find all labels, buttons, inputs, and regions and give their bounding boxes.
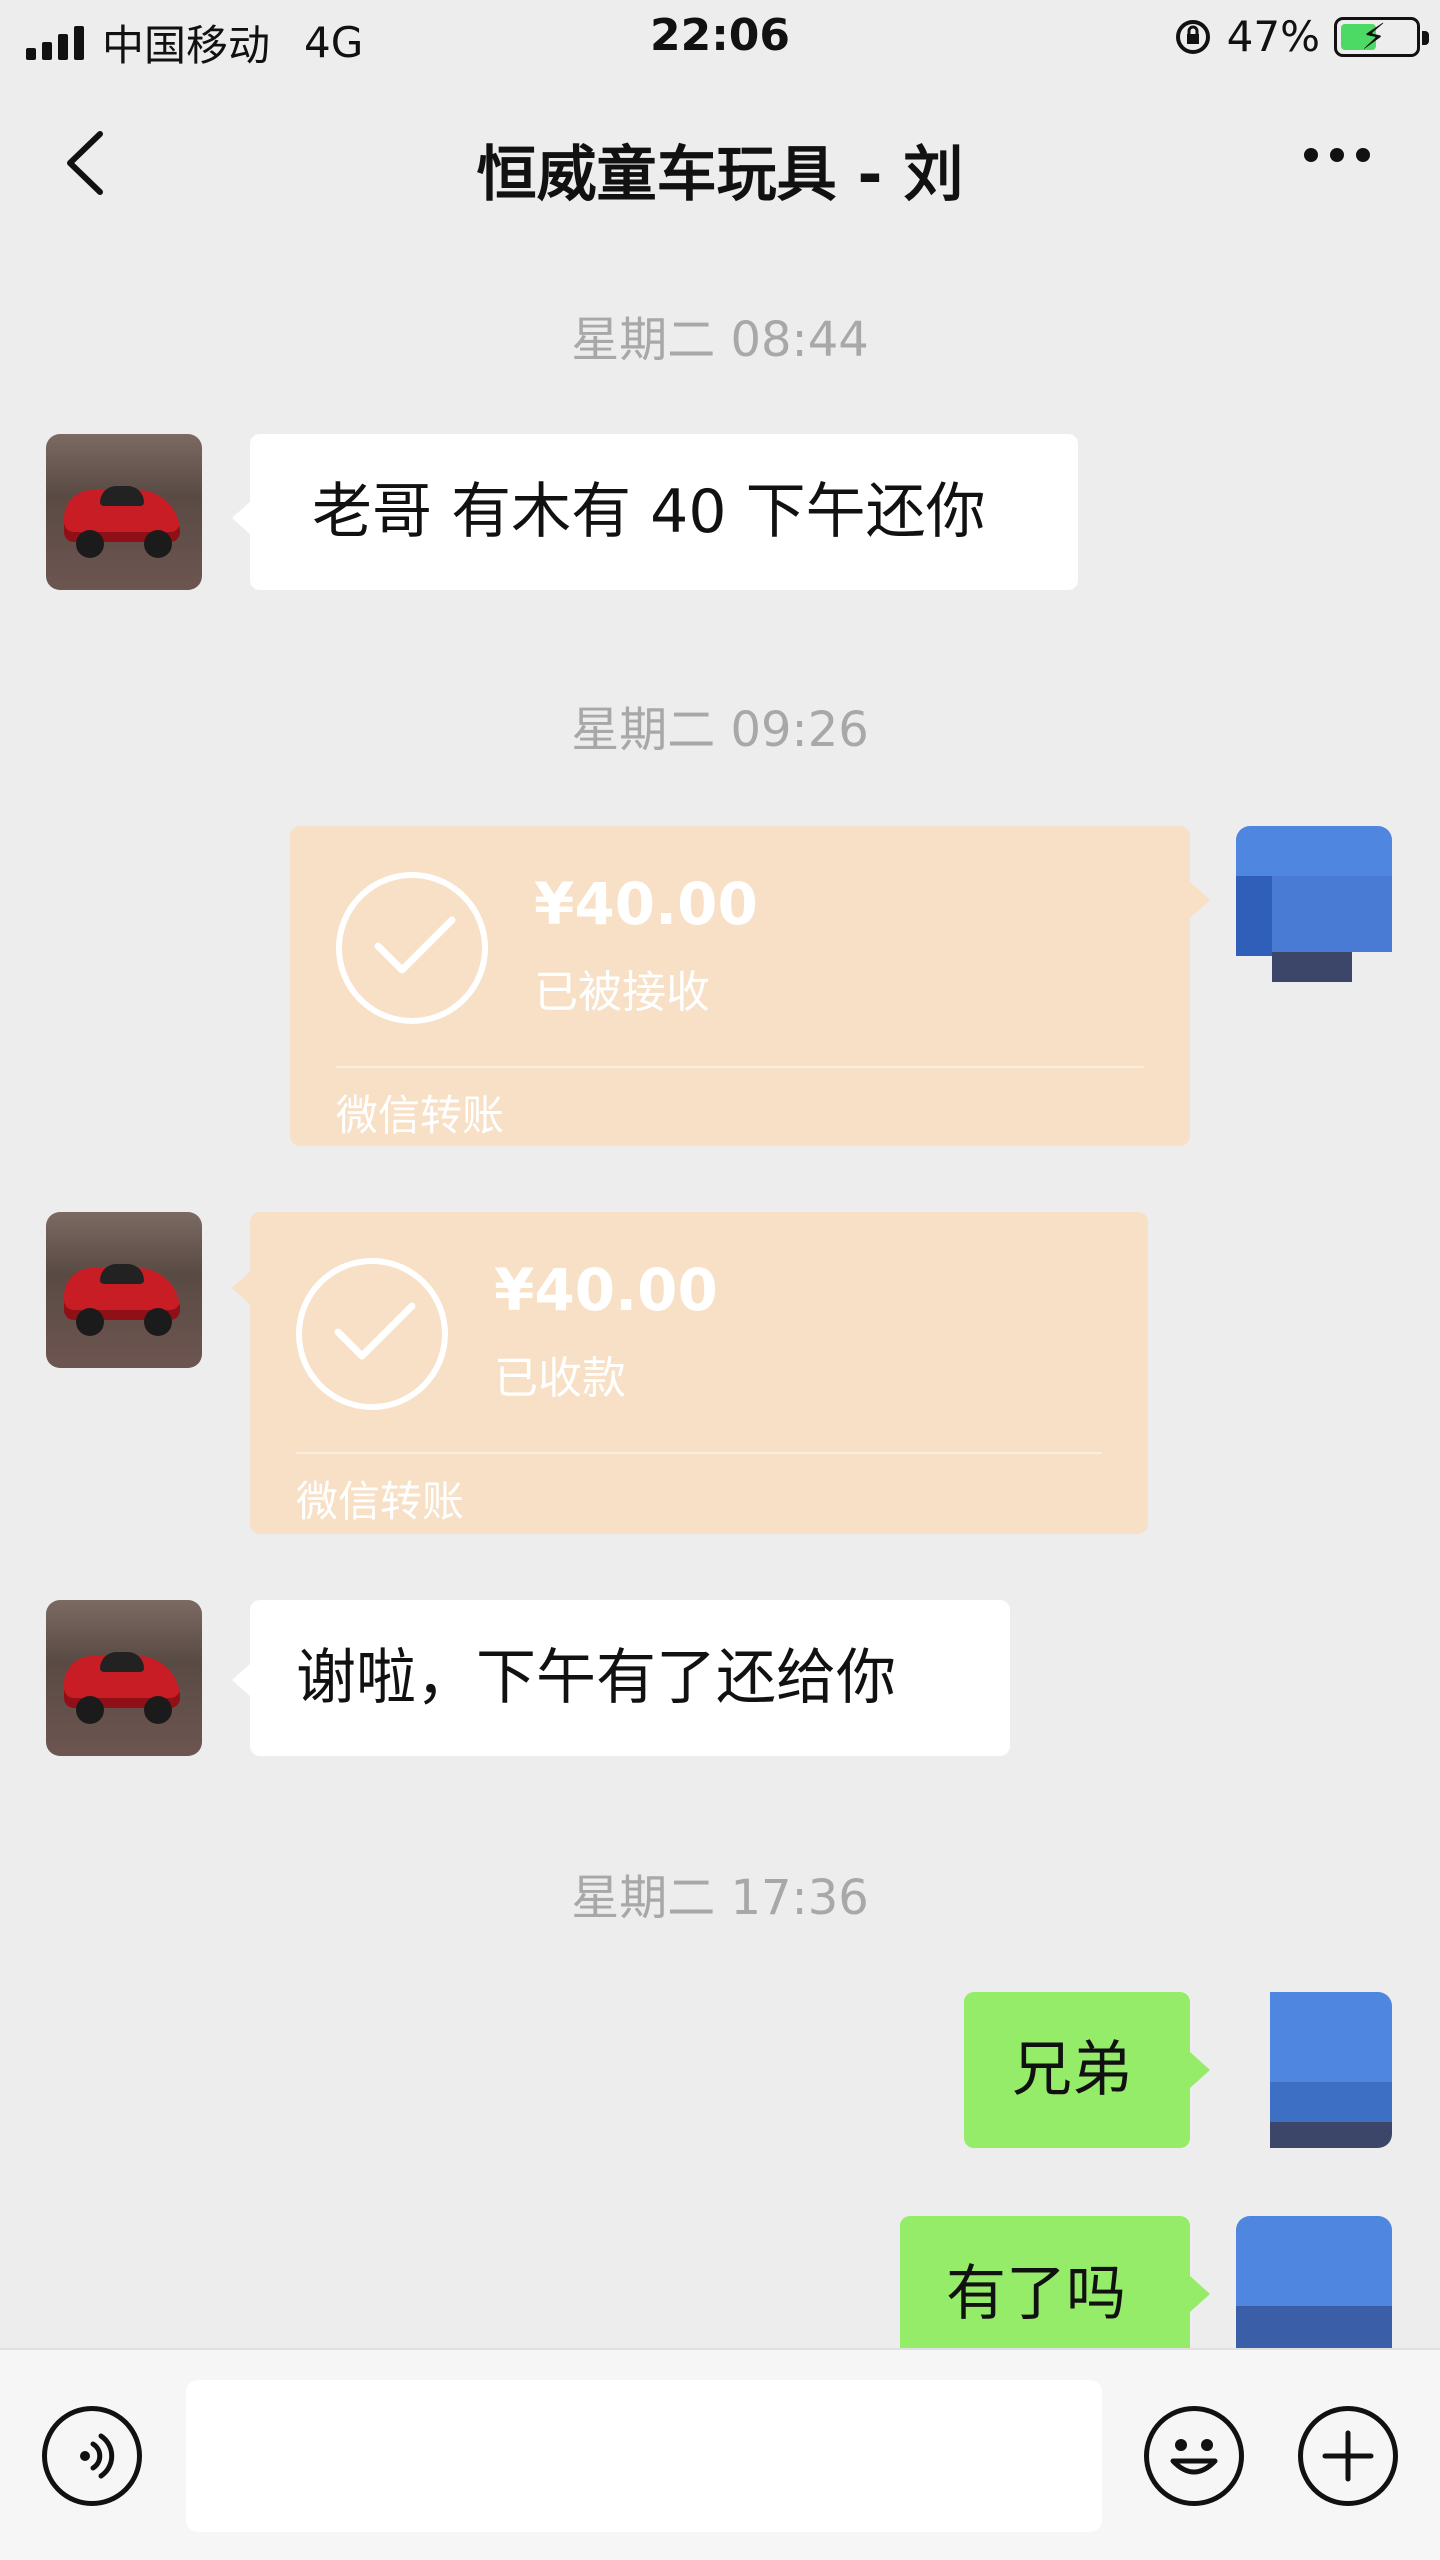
transfer-card-received[interactable]: ¥40.00 已收款 微信转账 — [250, 1212, 1148, 1534]
message-text: 谢啦，下午有了还给你 — [296, 1643, 896, 1713]
rotation-lock-icon — [1175, 19, 1210, 54]
emoji-icon[interactable] — [1144, 2406, 1244, 2506]
status-bar: 中国移动 4G 22:06 47% ⚡ — [0, 0, 1440, 80]
time-divider: 星期二 17:36 — [571, 1870, 869, 1926]
my-avatar[interactable] — [1236, 826, 1392, 982]
my-avatar[interactable] — [1236, 1992, 1392, 2148]
message-text: 老哥 有木有 40 下午还你 — [312, 477, 986, 547]
divider — [336, 1066, 1144, 1068]
voice-icon[interactable] — [42, 2406, 142, 2506]
plus-icon[interactable] — [1298, 2406, 1398, 2506]
divider — [296, 1452, 1102, 1454]
check-circle-icon — [296, 1258, 448, 1410]
transfer-amount: ¥40.00 — [534, 870, 758, 938]
transfer-label: 微信转账 — [296, 1477, 465, 1526]
battery-percent: 47% — [1226, 12, 1320, 61]
message-input[interactable] — [186, 2380, 1102, 2532]
contact-avatar[interactable] — [46, 1600, 202, 1756]
bubble-arrow — [232, 1662, 252, 1698]
nav-bar: 恒威童车玩具 - 刘 — [0, 100, 1440, 220]
bubble-arrow — [1190, 2052, 1210, 2088]
time-divider: 星期二 08:44 — [571, 312, 869, 368]
input-bar — [0, 2348, 1440, 2560]
sent-message[interactable]: 兄弟 — [964, 1992, 1190, 2148]
contact-avatar[interactable] — [46, 1212, 202, 1368]
transfer-card-sent[interactable]: ¥40.00 已被接收 微信转账 — [290, 826, 1190, 1146]
bubble-arrow — [1190, 882, 1210, 918]
received-message[interactable]: 谢啦，下午有了还给你 — [250, 1600, 1010, 1756]
message-text: 兄弟 — [1012, 2035, 1132, 2105]
transfer-status: 已收款 — [494, 1353, 626, 1404]
chat-title: 恒威童车玩具 - 刘 — [476, 140, 964, 210]
bubble-arrow — [1190, 2276, 1210, 2312]
bubble-arrow — [232, 500, 252, 536]
received-message[interactable]: 老哥 有木有 40 下午还你 — [250, 434, 1078, 590]
battery-icon: ⚡ — [1334, 16, 1429, 57]
transfer-amount: ¥40.00 — [494, 1256, 718, 1324]
transfer-label: 微信转账 — [336, 1091, 505, 1140]
time-divider: 星期二 09:26 — [571, 702, 869, 758]
check-circle-icon — [336, 872, 488, 1024]
transfer-status: 已被接收 — [534, 967, 710, 1018]
message-text: 有了吗 — [946, 2259, 1126, 2329]
more-dots-icon[interactable] — [1304, 148, 1370, 162]
bubble-arrow — [232, 1270, 252, 1306]
contact-avatar[interactable] — [46, 434, 202, 590]
